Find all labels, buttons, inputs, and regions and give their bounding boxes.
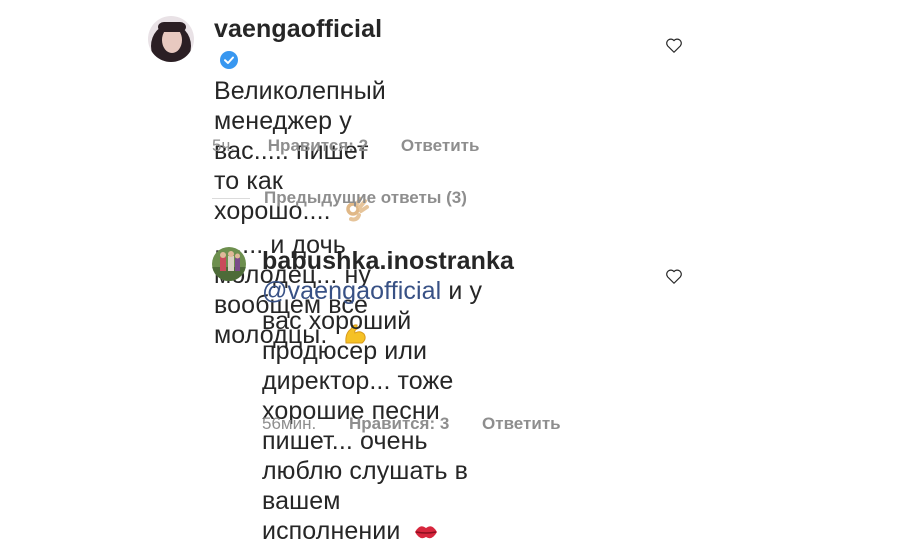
mention-link[interactable]: @vaengaofficial [262,277,441,305]
reply-button[interactable]: Ответить [401,136,480,155]
username-link[interactable]: vaengaofficial [214,15,382,43]
view-previous-replies-button[interactable]: Предыдущие ответы (3) [212,188,467,208]
reply-button[interactable]: Ответить [482,414,561,433]
comment-text: люблю слушать в вашем [262,457,469,515]
divider-line [212,198,250,200]
comment-text: продюсер или директор... тоже [262,337,454,395]
comment-text: Великолепный [214,77,386,105]
comment-body: babushka.inostranka @vaengaofficial и у … [262,246,514,550]
likes-count-link[interactable]: Нравится: 2 [268,136,368,155]
avatar[interactable] [148,16,194,62]
view-replies-label: Предыдущие ответы (3) [264,188,467,207]
avatar[interactable] [212,247,246,281]
verified-badge-icon [220,46,238,76]
comment-meta: 56мин. Нравится: 3 Ответить [262,414,589,434]
avatar-image [212,247,246,281]
username-link[interactable]: babushka.inostranka [262,246,514,276]
comment-text: исполнении [262,517,401,545]
like-heart-icon[interactable] [665,37,683,59]
comment-meta: 5ч. Нравится: 2 Ответить [212,136,507,156]
like-heart-icon[interactable] [665,268,683,290]
avatar-image [148,16,194,62]
comment-time: 5ч. [212,136,236,155]
comment-time: 56мин. [262,414,317,433]
kiss-mark-emoji-icon [413,520,439,550]
likes-count-link[interactable]: Нравится: 3 [349,414,449,433]
